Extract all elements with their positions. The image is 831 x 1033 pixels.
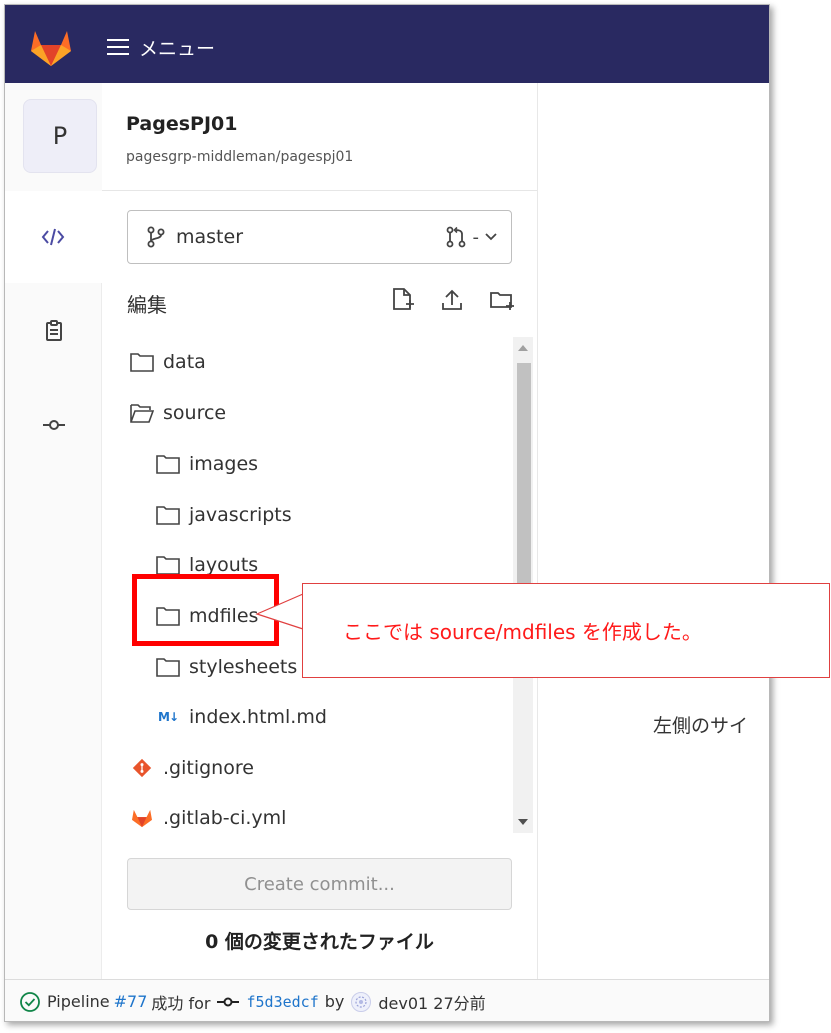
tree-row[interactable]: .gitignore: [129, 743, 254, 793]
pipeline-result: 成功 for: [151, 993, 211, 1013]
scrollbar-thumb[interactable]: [517, 363, 531, 608]
callout-pointer: [255, 593, 304, 630]
tree-row[interactable]: stylesheets: [155, 642, 297, 692]
rail-commit-button[interactable]: [5, 379, 102, 471]
new-folder-icon[interactable]: [489, 287, 515, 313]
upload-icon[interactable]: [439, 287, 465, 313]
hamburger-icon: [107, 39, 129, 55]
rail-edit-button[interactable]: [5, 191, 102, 283]
project-path: pagesgrp-middleman/pagespj01: [126, 149, 354, 165]
rail-head: P: [5, 83, 102, 191]
tree-row-label: layouts: [189, 554, 259, 576]
changed-files-count: 0 個の変更されたファイル: [205, 931, 434, 953]
project-avatar[interactable]: P: [23, 99, 97, 173]
branch-name: master: [176, 226, 244, 248]
commit-sha-link[interactable]: f5d3edcf: [246, 993, 318, 1011]
activity-bar: P: [5, 83, 102, 983]
status-bar: Pipeline #77 成功 for f5d3edcf by dev01 27…: [5, 979, 769, 1021]
scroll-up-arrow-icon[interactable]: [518, 345, 528, 351]
ide-window: メニュー P PagesPJ01 pagesgrp-middleman/page…: [4, 4, 770, 1022]
mr-value: -: [472, 226, 480, 248]
folder-icon: [155, 453, 181, 475]
create-commit-button[interactable]: Create commit...: [127, 858, 512, 910]
menu-label: メニュー: [139, 37, 216, 60]
pipeline-link[interactable]: #77: [114, 992, 148, 1011]
tree-row-label: images: [189, 453, 259, 475]
folder-icon: [155, 504, 181, 526]
tree-row[interactable]: data: [129, 337, 206, 387]
by-label: by: [324, 992, 345, 1011]
clipboard-icon: [45, 320, 62, 341]
tree-row[interactable]: images: [155, 439, 258, 489]
pipeline-label: Pipeline: [47, 992, 110, 1011]
project-header: PagesPJ01 pagesgrp-middleman/pagespj01: [102, 83, 537, 191]
scroll-down-arrow-icon[interactable]: [518, 819, 528, 825]
project-name[interactable]: PagesPJ01: [126, 113, 237, 135]
tree-row-label: .gitlab-ci.yml: [163, 807, 287, 829]
branch-icon: [147, 226, 165, 248]
editor-title: 編集: [127, 293, 167, 317]
user-time: dev01 27分前: [378, 993, 486, 1013]
folder-icon: [129, 351, 155, 373]
pipeline-success-icon[interactable]: [19, 991, 41, 1013]
tree-row-label: stylesheets: [189, 656, 298, 678]
rail-review-button[interactable]: [5, 285, 102, 377]
tree-row[interactable]: M↓ index.html.md: [155, 692, 327, 742]
chevron-down-icon: [485, 233, 497, 241]
tree-row[interactable]: javascripts: [155, 490, 292, 540]
tree-row-label: data: [163, 351, 206, 373]
folder-icon: [155, 554, 181, 576]
panel-divider: [537, 83, 538, 983]
editor-toolbar: [389, 287, 515, 313]
user-avatar-icon[interactable]: [350, 991, 372, 1013]
tree-row-label: index.html.md: [189, 706, 327, 728]
tree-row[interactable]: source: [129, 388, 226, 438]
tree-row-label: source: [163, 402, 227, 424]
git-icon: [129, 757, 155, 779]
tree-row-label: javascripts: [189, 504, 292, 526]
merge-request-icon: [446, 226, 465, 248]
menu-button[interactable]: メニュー: [107, 33, 215, 61]
top-bar: メニュー: [5, 5, 769, 83]
gitlab-file-icon: [129, 807, 155, 829]
branch-selector[interactable]: master -: [127, 210, 512, 264]
markdown-icon: M↓: [158, 710, 179, 724]
tree-row-label: .gitignore: [163, 757, 254, 779]
tree-row[interactable]: .gitlab-ci.yml: [129, 793, 286, 835]
annotation-callout: ここでは source/mdfiles を作成した。: [302, 583, 830, 678]
merge-request-selector[interactable]: -: [445, 226, 498, 248]
code-icon: [41, 228, 65, 246]
new-file-icon[interactable]: [389, 287, 415, 313]
commit-icon: [216, 995, 240, 1009]
empty-state-text: 左側のサイ: [653, 715, 749, 737]
folder-open-icon: [129, 402, 155, 424]
gitlab-logo-icon[interactable]: [29, 27, 73, 67]
commit-icon: [42, 420, 65, 430]
folder-icon: [155, 656, 181, 678]
